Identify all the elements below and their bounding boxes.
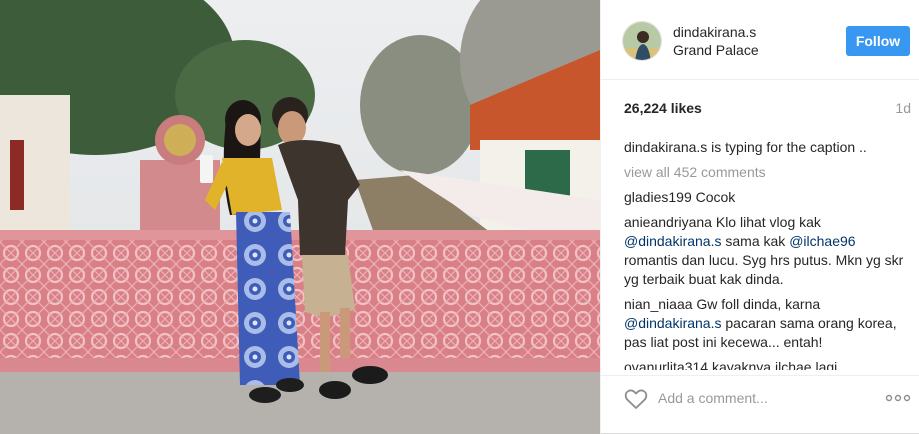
comment-username[interactable]: ovanurlita314: [624, 359, 708, 370]
mention-link[interactable]: @dindakirana.s: [624, 315, 722, 331]
caption-username[interactable]: dindakirana.s: [624, 139, 707, 155]
comment-item: nian_niaaa Gw foll dinda, karna @dindaki…: [624, 295, 909, 352]
mention-link[interactable]: @ilchae96: [789, 233, 855, 249]
caption: dindakirana.s is typing for the caption …: [624, 138, 909, 157]
heart-outline-icon[interactable]: [624, 388, 648, 410]
instagram-post: dindakirana.s Grand Palace Follow 26,224…: [0, 0, 919, 434]
avatar[interactable]: [622, 21, 662, 61]
comment-text: Klo lihat vlog kak: [715, 214, 821, 230]
post-stats: 26,224 likes 1d: [624, 100, 914, 120]
author-username[interactable]: dindakirana.s: [673, 24, 756, 40]
comment-footer: Add a comment...: [601, 375, 919, 434]
caption-text: is typing for the caption ..: [711, 139, 867, 155]
comment-item: anieandriyana Klo lihat vlog kak @dindak…: [624, 213, 909, 289]
post-photo[interactable]: [0, 0, 600, 434]
comment-text: sama kak: [725, 233, 786, 249]
post-header: dindakirana.s Grand Palace Follow: [601, 0, 919, 80]
comment-username[interactable]: anieandriyana: [624, 214, 712, 230]
avatar-image: [623, 22, 661, 60]
comment-text: romantis dan lucu. Syg hrs putus. Mkn yg…: [624, 252, 904, 287]
follow-button[interactable]: Follow: [846, 26, 910, 56]
ellipsis-icon[interactable]: [885, 390, 911, 406]
comment-text: Cocok: [695, 189, 736, 205]
mention-link[interactable]: @dindakirana.s: [624, 233, 722, 249]
post-location[interactable]: Grand Palace: [673, 42, 759, 58]
comment-item: gladies199 Cocok: [624, 188, 909, 207]
post-timestamp[interactable]: 1d: [895, 100, 911, 116]
comment-item: ovanurlita314 kayaknya ilchae lagi: [624, 358, 909, 370]
comment-text: Gw foll dinda, karna: [696, 296, 821, 312]
likes-count[interactable]: 26,224 likes: [624, 100, 702, 116]
comment-username[interactable]: gladies199: [624, 189, 692, 205]
post-image: [0, 0, 600, 434]
add-comment-input[interactable]: Add a comment...: [658, 390, 768, 406]
view-all-comments-link[interactable]: view all 452 comments: [624, 163, 909, 182]
comment-text: kayaknya ilchae lagi: [711, 359, 838, 370]
post-side-panel: dindakirana.s Grand Palace Follow 26,224…: [600, 0, 919, 434]
comment-username[interactable]: nian_niaaa: [624, 296, 693, 312]
comments-list[interactable]: dindakirana.s is typing for the caption …: [624, 138, 909, 370]
